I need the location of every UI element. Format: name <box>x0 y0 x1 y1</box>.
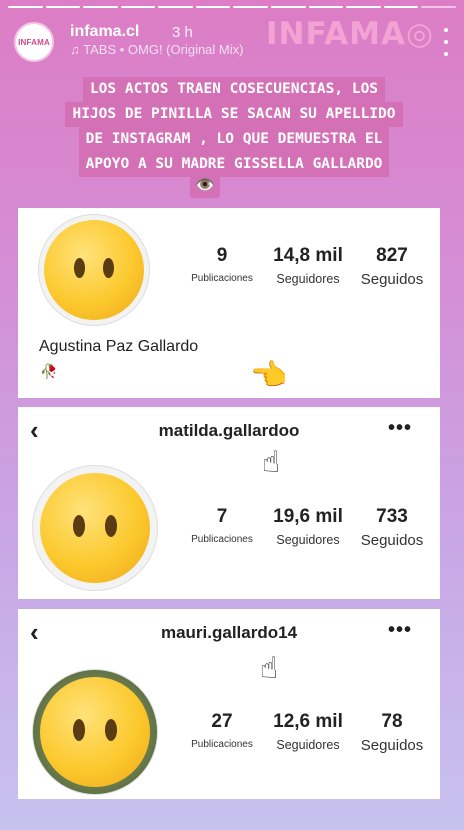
following-label: Seguidos <box>360 532 424 549</box>
caption-line: APOYO A SU MADRE GISSELLA GALLARDO <box>78 152 390 177</box>
following-label: Seguidos <box>360 271 424 288</box>
followers-label: Seguidores <box>276 533 340 547</box>
followers-count: 12,6 mil <box>273 711 343 732</box>
music-icon: ♫ <box>70 42 84 57</box>
pointing-up-hand-icon: ☝ <box>262 446 281 479</box>
followers-count: 19,6 mil <box>273 506 343 527</box>
more-options-icon[interactable] <box>440 28 452 56</box>
story-header: INFAMA infama.cl 3 h ♫ TABS • OMG! (Orig… <box>12 14 452 74</box>
emoji-face-icon <box>44 220 144 320</box>
stat-followers[interactable]: 19,6 mil Seguidores <box>268 506 348 547</box>
followers-count: 14,8 mil <box>273 245 343 266</box>
pointing-left-hand-icon: 👈 <box>250 359 288 392</box>
posts-count: 7 <box>216 506 228 527</box>
stat-following[interactable]: 78 Seguidos <box>353 711 431 754</box>
following-count: 827 <box>376 245 408 266</box>
brand-sticker: INFAMA◎ <box>266 16 434 52</box>
account-name[interactable]: infama.cl <box>70 23 139 41</box>
progress-segment <box>195 6 231 8</box>
progress-segment <box>233 6 269 8</box>
progress-segment <box>120 6 156 8</box>
post-time: 3 h <box>172 24 193 41</box>
profile-card-matilda: ‹ matilda.gallardoo ••• ☝ 7 Publicacione… <box>18 407 440 599</box>
stat-posts[interactable]: 7 Publicaciones <box>182 506 262 545</box>
posts-count: 9 <box>216 245 228 266</box>
caption-line: HIJOS DE PINILLA SE SACAN SU APELLIDO <box>65 102 403 127</box>
profile-card-mauri: ‹ mauri.gallardo14 ••• ☝ 27 Publicacione… <box>18 609 440 799</box>
profile-card-agustina: 9 Publicaciones 14,8 mil Seguidores 827 … <box>18 208 440 398</box>
progress-segment <box>271 6 306 8</box>
followers-label: Seguidores <box>276 738 340 752</box>
pointing-up-hand-icon: ☝ <box>260 652 279 685</box>
stat-followers[interactable]: 12,6 mil Seguidores <box>268 711 348 752</box>
progress-segment <box>421 6 456 8</box>
profile-username: mauri.gallardo14 <box>160 623 298 642</box>
stat-followers[interactable]: 14,8 mil Seguidores <box>268 245 348 286</box>
emoji-face-icon <box>40 473 150 583</box>
following-count: 733 <box>376 506 408 527</box>
stat-following[interactable]: 827 Seguidos <box>353 245 431 288</box>
more-options-icon[interactable]: ••• <box>388 619 412 642</box>
followers-label: Seguidores <box>276 272 340 286</box>
caption-line: LOS ACTOS TRAEN COSECUENCIAS, LOS <box>82 77 386 102</box>
progress-segment <box>383 6 419 8</box>
posts-count: 27 <box>211 711 233 732</box>
posts-label: Publicaciones <box>191 739 253 750</box>
progress-segment <box>346 6 381 8</box>
following-count: 78 <box>381 711 403 732</box>
caption-line: DE INSTAGRAM , LO QUE DEMUESTRA EL <box>78 127 390 152</box>
story-progress-bar <box>8 6 456 8</box>
account-avatar[interactable]: INFAMA <box>14 22 54 62</box>
progress-segment <box>8 6 43 8</box>
progress-segment <box>83 6 118 8</box>
profile-username: matilda.gallardoo <box>158 421 300 440</box>
emoji-face-icon <box>40 677 150 787</box>
posts-label: Publicaciones <box>191 273 253 284</box>
posts-label: Publicaciones <box>191 534 253 545</box>
stat-posts[interactable]: 27 Publicaciones <box>182 711 262 750</box>
stat-posts[interactable]: 9 Publicaciones <box>182 245 262 284</box>
stat-following[interactable]: 733 Seguidos <box>353 506 431 549</box>
progress-segment <box>158 6 193 8</box>
more-options-icon[interactable]: ••• <box>388 417 412 440</box>
music-label[interactable]: ♫ TABS • OMG! (Original Mix) <box>70 42 243 57</box>
eye-emoji-icon: 👁️ <box>190 172 220 198</box>
story-caption: LOS ACTOS TRAEN COSECUENCIAS, LOS HIJOS … <box>34 77 434 177</box>
wilted-rose-icon: 🥀 <box>40 363 58 379</box>
progress-segment <box>45 6 81 8</box>
profile-full-name: Agustina Paz Gallardo <box>39 338 199 355</box>
brand-text: INFAMA <box>266 16 406 52</box>
brand-logo-icon: ◎ <box>405 16 434 52</box>
progress-segment <box>308 6 344 8</box>
following-label: Seguidos <box>360 737 424 754</box>
music-title: TABS • OMG! (Original Mix) <box>83 42 244 57</box>
